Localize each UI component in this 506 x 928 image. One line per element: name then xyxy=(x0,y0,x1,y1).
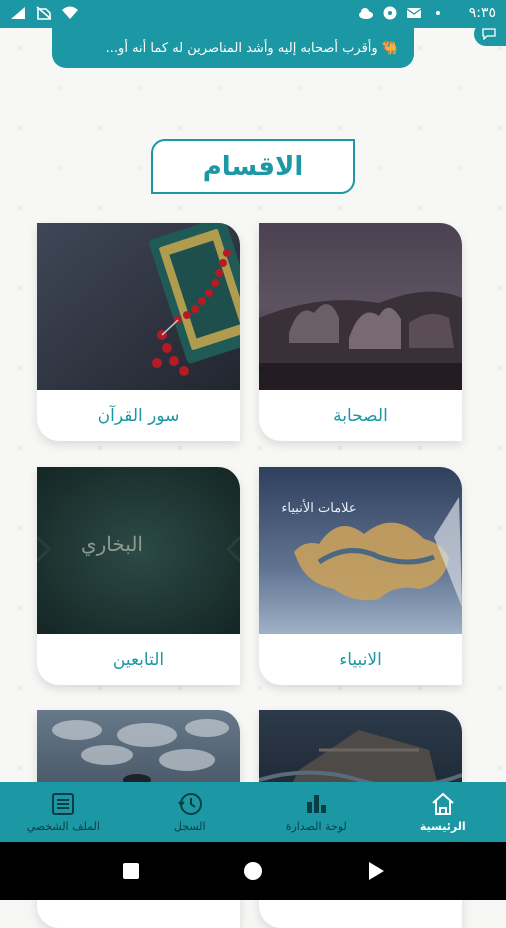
wifi-icon xyxy=(62,6,78,20)
nav-label-history: السجل xyxy=(174,820,206,833)
status-icons-right xyxy=(358,6,446,20)
leaderboard-bars-icon xyxy=(303,791,329,817)
category-label: التابعين xyxy=(37,634,240,685)
prophets-camel-art-image: علامات الأنبياء xyxy=(259,467,462,634)
category-card-tabiin[interactable]: البخاري التابعين xyxy=(37,467,240,685)
prophets-image-text: علامات الأنبياء xyxy=(281,499,356,516)
recents-square-icon[interactable] xyxy=(119,859,143,883)
category-label: الصحابة xyxy=(259,390,462,441)
nav-item-profile[interactable]: الملف الشخصي xyxy=(0,782,127,842)
category-label: سور القرآن xyxy=(37,390,240,441)
profile-list-icon xyxy=(50,791,76,817)
marquee-text: 🐫 وأقرب أصحابه إليه وأشد المناصرين له كم… xyxy=(106,41,398,56)
cloud-icon xyxy=(358,6,374,20)
status-bar: ٩:٣٥ xyxy=(0,0,506,28)
no-sim-icon xyxy=(36,6,52,20)
nav-label-home: الرئيسية xyxy=(420,820,466,833)
status-time: ٩:٣٥ xyxy=(469,5,496,21)
back-triangle-icon[interactable] xyxy=(363,859,387,883)
camel-caravan-image xyxy=(259,223,462,390)
signal-icon xyxy=(10,6,26,20)
nav-label-profile: الملف الشخصي xyxy=(27,820,100,833)
mail-icon xyxy=(406,6,422,20)
status-icons-left xyxy=(10,6,78,20)
nav-item-home[interactable]: الرئيسية xyxy=(380,782,506,842)
category-card-quran[interactable]: سور القرآن xyxy=(37,223,240,441)
section-title: الاقسام xyxy=(151,139,355,194)
nav-item-history[interactable]: السجل xyxy=(127,782,254,842)
bukhari-text: البخاري xyxy=(81,532,143,556)
marquee-side-tab[interactable] xyxy=(474,22,506,46)
football-icon xyxy=(382,6,398,20)
announcement-marquee[interactable]: 🐫 وأقرب أصحابه إليه وأشد المناصرين له كم… xyxy=(52,28,414,68)
nav-label-leaderboard: لوحة الصدارة xyxy=(286,820,347,833)
home-icon xyxy=(430,791,456,817)
nav-item-leaderboard[interactable]: لوحة الصدارة xyxy=(253,782,380,842)
category-label: الانبياء xyxy=(259,634,462,685)
quran-rosary-image xyxy=(37,223,240,390)
dot-icon xyxy=(430,6,446,20)
chat-bubble-icon xyxy=(482,28,496,40)
category-card-anbiya[interactable]: علامات الأنبياء الانبياء xyxy=(259,467,462,685)
category-card-sahaba[interactable]: الصحابة xyxy=(259,223,462,441)
history-clock-icon xyxy=(177,791,203,817)
home-circle-icon[interactable] xyxy=(241,859,265,883)
bukhari-calligraphy-image: البخاري xyxy=(37,467,240,634)
system-navigation-bar xyxy=(0,842,506,900)
bottom-navigation: الملف الشخصي السجل لوحة الصدارة الرئيسية xyxy=(0,782,506,842)
